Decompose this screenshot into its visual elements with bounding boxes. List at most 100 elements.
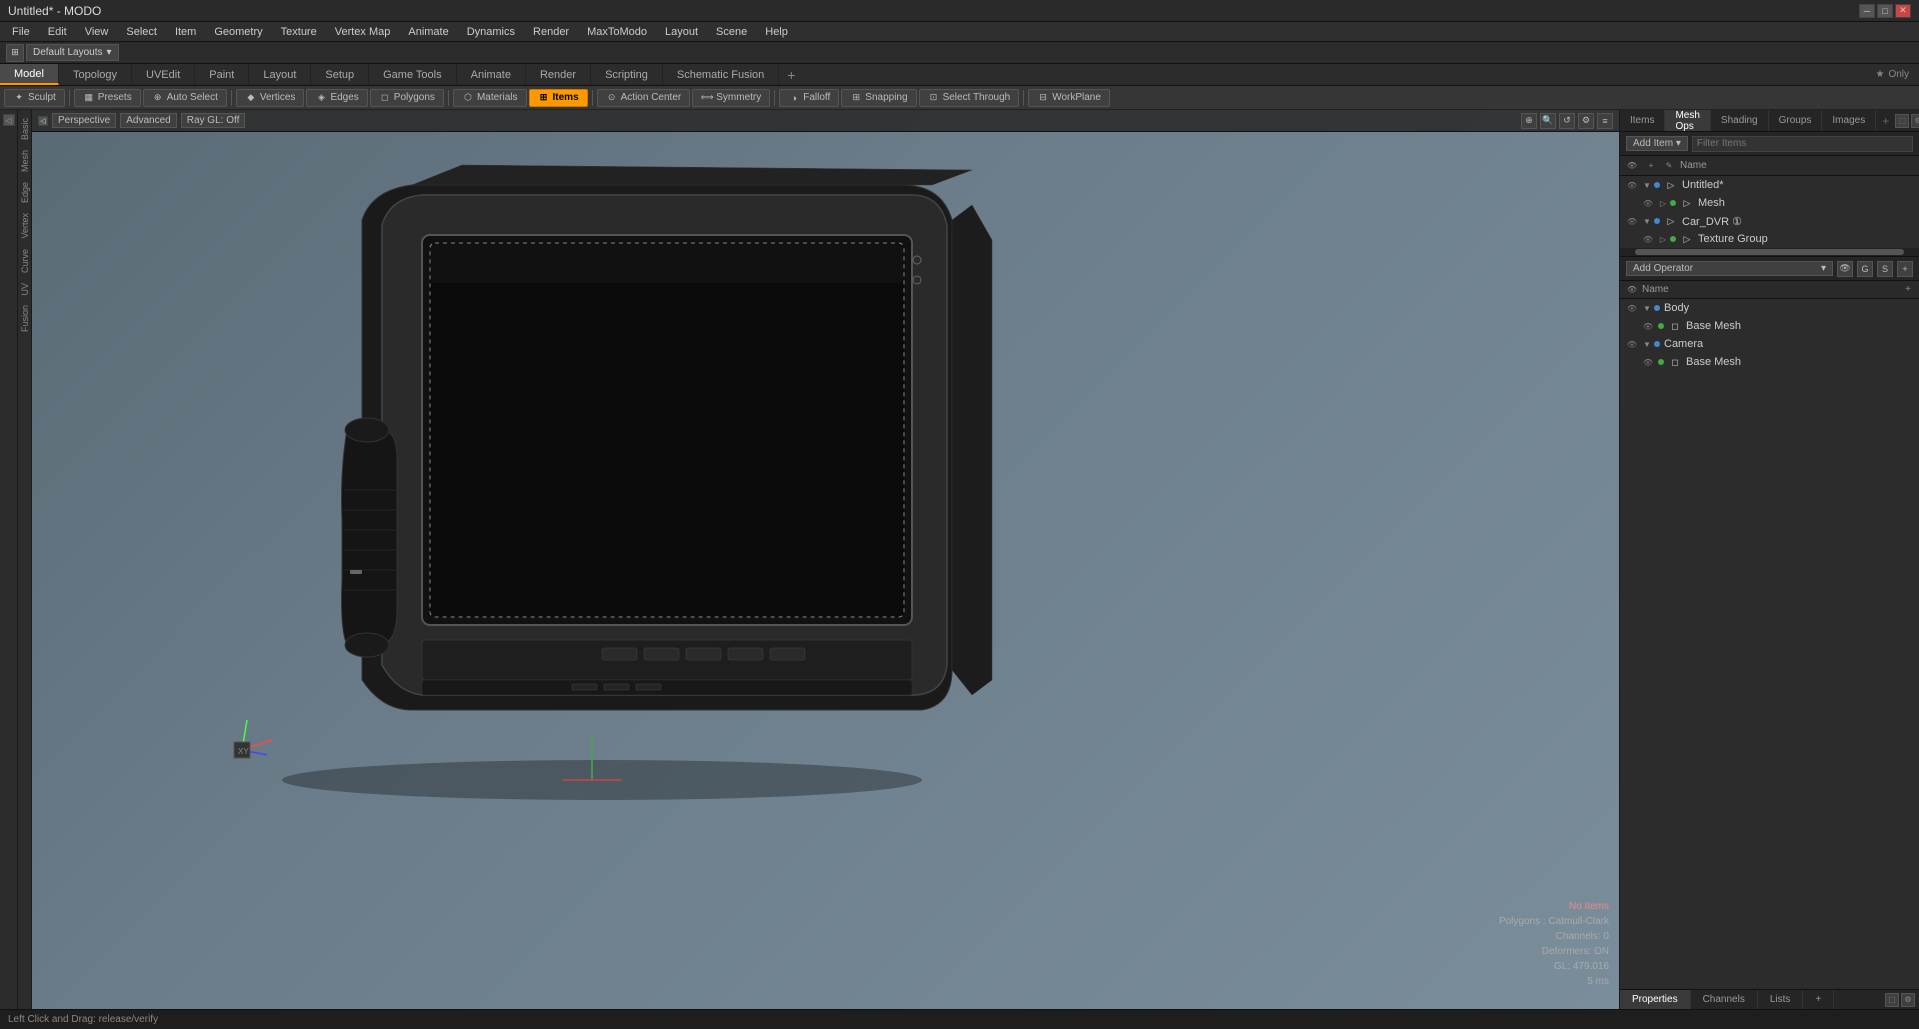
tool-btn-sculpt[interactable]: ✦Sculpt [4,89,65,107]
tool-btn-items[interactable]: ⊞Items [529,89,588,107]
filter-items-input[interactable] [1692,136,1913,152]
tab-render[interactable]: Render [526,64,591,85]
tool-btn-symmetry[interactable]: ⟺Symmetry [692,89,770,107]
maximize-button[interactable]: □ [1877,4,1893,18]
viewport[interactable]: ◁ Perspective Advanced Ray GL: Off ⊕ 🔍 ↺… [32,110,1619,1009]
meshops-vis-basemesh-body[interactable]: 👁 [1640,320,1656,332]
tab-layout[interactable]: Layout [249,64,311,85]
tool-btn-autoselect[interactable]: ⊕Auto Select [143,89,227,107]
viewport-icon-more[interactable]: ≡ [1597,113,1613,129]
menu-item-vertexmap[interactable]: Vertex Map [327,24,399,40]
tree-arrow-untitled[interactable]: ▼ [1642,180,1652,190]
bp-tab-channels[interactable]: Channels [1691,990,1758,1009]
tool-btn-presets[interactable]: ▦Presets [74,89,141,107]
bp-icon-expand[interactable]: ⬚ [1885,993,1899,1007]
viewport-perspective-dropdown[interactable]: Perspective [52,113,116,128]
tree-item-cardvr[interactable]: 👁 ▼ ▷ Car_DVR ① [1620,212,1919,230]
items-eye-icon[interactable]: 👁 [1625,159,1639,173]
meshops-add-btn[interactable]: + [1901,283,1915,297]
meshops-icon-eye[interactable]: 👁 [1837,261,1853,277]
rp-tab-items[interactable]: Items [1620,110,1665,131]
items-add-col-icon[interactable]: + [1644,159,1658,173]
meshops-icon-add[interactable]: + [1897,261,1913,277]
minimize-button[interactable]: ─ [1859,4,1875,18]
tree-vis-cardvr[interactable]: 👁 [1624,215,1640,227]
tree-item-mesh[interactable]: 👁 ▷ ▷ Mesh [1620,194,1919,212]
tab-setup[interactable]: Setup [311,64,369,85]
add-operator-dropdown[interactable]: Add Operator ▾ [1626,261,1833,276]
tree-arrow-body[interactable]: ▼ [1642,303,1652,313]
viewport-icon-settings[interactable]: ⚙ [1578,113,1594,129]
meshops-item-body[interactable]: 👁 ▼ Body [1620,299,1919,317]
tree-arrow-cardvr[interactable]: ▼ [1642,216,1652,226]
menu-item-layout[interactable]: Layout [657,24,706,40]
bp-tab-lists[interactable]: Lists [1758,990,1804,1009]
menu-item-maxtomodo[interactable]: MaxToModo [579,24,655,40]
items-scroll-thumb[interactable] [1635,249,1904,255]
menu-item-scene[interactable]: Scene [708,24,755,40]
menu-item-animate[interactable]: Animate [400,24,456,40]
tool-btn-materials[interactable]: ⬡Materials [453,89,527,107]
vert-label-vertex[interactable]: Vertex [18,209,32,243]
rp-tab-images[interactable]: Images [1822,110,1876,131]
tab-uvedit[interactable]: UVEdit [132,64,195,85]
vert-label-fusion[interactable]: Fusion [18,301,32,336]
tool-btn-snapping[interactable]: ⊞Snapping [841,89,916,107]
meshops-item-basemesh-camera[interactable]: 👁 ◻ Base Mesh [1620,353,1919,371]
tree-arrow-camera[interactable]: ▼ [1642,339,1652,349]
items-scrollbar[interactable] [1620,248,1919,256]
viewport-icon-rotate[interactable]: ↺ [1559,113,1575,129]
meshops-vis-basemesh-camera[interactable]: 👁 [1640,356,1656,368]
viewport-ctrl-left[interactable]: ◁ [38,116,48,126]
rp-tab-shading[interactable]: Shading [1711,110,1769,131]
menu-item-dynamics[interactable]: Dynamics [459,24,523,40]
vert-label-uv[interactable]: UV [18,279,32,300]
eye-icon-body[interactable]: 👁 [1626,302,1638,314]
menu-item-view[interactable]: View [77,24,117,40]
meshops-vis-camera[interactable]: 👁 [1624,338,1640,350]
eye-icon-untitled[interactable]: 👁 [1626,179,1638,191]
bp-tab-properties[interactable]: Properties [1620,990,1691,1009]
meshops-vis-body[interactable]: 👁 [1624,302,1640,314]
tool-btn-falloff[interactable]: ◑Falloff [779,89,839,107]
menu-item-texture[interactable]: Texture [273,24,325,40]
tab-model[interactable]: Model [0,64,59,85]
tree-vis-untitled[interactable]: 👁 [1624,179,1640,191]
tree-item-texgrp[interactable]: 👁 ▷ ▷ Texture Group [1620,230,1919,248]
tab-add-button[interactable]: + [779,64,803,85]
menu-item-render[interactable]: Render [525,24,577,40]
rp-icon-settings[interactable]: ⚙ [1911,114,1919,128]
rp-tab-add-button[interactable]: + [1876,110,1895,131]
eye-icon-camera[interactable]: 👁 [1626,338,1638,350]
tab-animate[interactable]: Animate [457,64,526,85]
eye-icon-texgrp[interactable]: 👁 [1642,233,1654,245]
layout-icon[interactable]: ⊞ [6,44,24,62]
viewport-icon-zoom[interactable]: 🔍 [1540,113,1556,129]
meshops-item-camera[interactable]: 👁 ▼ Camera [1620,335,1919,353]
menu-item-item[interactable]: Item [167,24,204,40]
meshops-item-basemesh-body[interactable]: 👁 ◻ Base Mesh [1620,317,1919,335]
close-button[interactable]: ✕ [1895,4,1911,18]
tab-scripting[interactable]: Scripting [591,64,663,85]
viewport-icon-grid[interactable]: ⊕ [1521,113,1537,129]
meshops-icon-s[interactable]: S [1877,261,1893,277]
layout-dropdown[interactable]: Default Layouts ▾ [26,44,119,61]
tree-vis-mesh[interactable]: 👁 [1640,197,1656,209]
menu-item-file[interactable]: File [4,24,38,40]
tab-gametools[interactable]: Game Tools [369,64,457,85]
vert-label-basic[interactable]: Basic [18,114,32,144]
vert-label-mesh[interactable]: Mesh [18,146,32,176]
menu-item-select[interactable]: Select [118,24,165,40]
rp-tab-groups[interactable]: Groups [1769,110,1823,131]
tab-topology[interactable]: Topology [59,64,132,85]
tool-btn-polygons[interactable]: ◻Polygons [370,89,444,107]
tool-btn-vertices[interactable]: ◆Vertices [236,89,305,107]
add-item-button[interactable]: Add Item ▾ [1626,136,1688,151]
eye-icon-basemesh-body[interactable]: 👁 [1642,320,1654,332]
viewport-raygl-dropdown[interactable]: Ray GL: Off [181,113,246,128]
tree-item-untitled[interactable]: 👁 ▼ ▷ Untitled* [1620,176,1919,194]
vert-label-curve[interactable]: Curve [18,245,32,277]
menu-item-edit[interactable]: Edit [40,24,75,40]
eye-icon-mesh[interactable]: 👁 [1642,197,1654,209]
bp-icon-settings[interactable]: ⚙ [1901,993,1915,1007]
